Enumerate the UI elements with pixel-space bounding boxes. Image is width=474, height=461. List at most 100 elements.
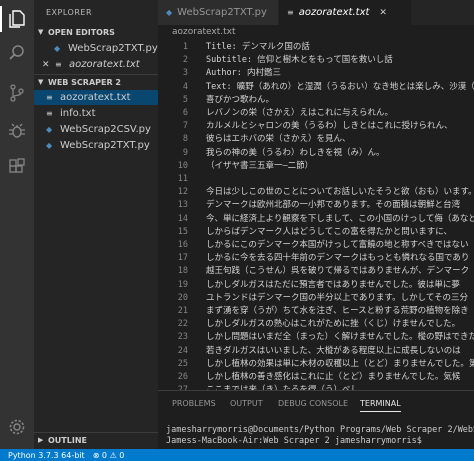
python-file-icon: ◆ xyxy=(46,125,53,134)
source-control-icon[interactable] xyxy=(0,78,34,108)
line-number: 17 xyxy=(177,253,188,264)
file-label: aozoratext.txt xyxy=(60,92,131,103)
line-text: しかるに今を去る四十年前のデンマークはもっとも憐れなる国であり xyxy=(206,253,470,264)
code-line[interactable]: 6 レバノンの栄（さかえ）えはこれに与えられん。 xyxy=(158,107,474,120)
line-text: レバノンの栄（さかえ）えはこれに与えられん。 xyxy=(206,108,394,118)
open-editor-label: aozoratext.txt xyxy=(69,59,140,70)
search-icon[interactable] xyxy=(0,38,34,68)
code-line[interactable]: 4 Text: 曠野（あれの）と湿潤（うるおい）なき地とは楽しみ、沙漠（さばく）は xyxy=(158,81,474,94)
file-label: WebScrap2CSV.py xyxy=(60,124,151,135)
file-label: info.txt xyxy=(60,108,96,119)
code-line[interactable]: 25 しかし植林の効果は単に木材の収穫以上（とど）まりませんでした。第一 xyxy=(158,358,474,371)
code-line[interactable]: 9 我らの神の美（うるわ）わしきを視（み）ん。 xyxy=(158,147,474,160)
tab-webscrap2txt[interactable]: ◆ WebScrap2TXT.py xyxy=(158,0,278,25)
line-text: まず湧を穿（うが）ちて水を注ぎ、ヒースと粉する荒野の植物を除き xyxy=(206,306,469,316)
line-text: しかし植林の善き感化はこれに止（とど）まりませんでした。気候 xyxy=(206,372,461,382)
line-number: 18 xyxy=(177,266,188,277)
line-number: 14 xyxy=(177,213,188,224)
tab-label: WebScrap2TXT.py xyxy=(177,7,267,18)
code-line[interactable]: 10 （イザヤ書三五章一―二節） xyxy=(158,160,474,173)
breadcrumb[interactable]: aozoratext.txt xyxy=(172,27,235,37)
code-line[interactable]: 7 カルメルとシャロンの美（うるわ）しきとはこれに授けられん、 xyxy=(158,120,474,133)
line-text: しかし植林の効果は単に木材の収穫以上（とど）まりませんでした。第一 xyxy=(206,358,474,369)
line-text: ユトランドはデンマーク国の半分以上であります。しかしてその三分 xyxy=(206,292,469,303)
code-line[interactable]: 20 ユトランドはデンマーク国の半分以上であります。しかしてその三分 xyxy=(158,292,474,305)
code-editor[interactable]: 1 Title: デンマルク国の話 2 Subtitle: 信仰と樹木とをもって国を救… xyxy=(158,40,474,390)
line-text: しかるにこのデンマーク本国がけっして富饒の地と称すべきではない xyxy=(206,240,469,250)
line-text: しからばデンマーク人はどうしてこの富を得たかと問いますに、 xyxy=(206,226,452,237)
line-number: 25 xyxy=(177,358,188,369)
line-number: 3 xyxy=(182,68,188,79)
code-line[interactable]: 15 しからばデンマーク人はどうしてこの富を得たかと問いますに、 xyxy=(158,226,474,239)
text-file-icon: ≡ xyxy=(287,8,294,17)
close-icon[interactable]: ✕ xyxy=(379,8,387,18)
tab-aozoratext[interactable]: ≡ aozoratext.txt ✕ xyxy=(279,0,411,25)
file-aozoratext[interactable]: ≡ aozoratext.txt xyxy=(34,90,158,105)
tab-debug-console[interactable]: DEBUG CONSOLE xyxy=(278,399,348,408)
code-line[interactable]: 5 喜びかつ歌わん。 xyxy=(158,94,474,107)
code-line[interactable]: 24 若きダルガスはいいました、大樅がある程度以上に成長しないのは xyxy=(158,345,474,358)
project-folder-header[interactable]: ▼ WEB SCRAPER 2 xyxy=(34,75,158,89)
line-text: Subtitle: 信仰と樹木とをもって国を救いし話 xyxy=(206,55,393,66)
code-line[interactable]: 14 今、単に経済上より観察を下しまして、この小国のけっして侮（あなど） xyxy=(158,213,474,226)
tab-terminal[interactable]: TERMINAL xyxy=(360,399,401,412)
line-text: Text: 曠野（あれの）と湿潤（うるおい）なき地とは楽しみ、沙漠（さばく）は xyxy=(206,81,474,92)
activity-bar xyxy=(0,0,34,449)
line-text: しかしダルガスの熱心はこれがために挫（くじ）けませんでした。 xyxy=(206,319,461,330)
code-line[interactable]: 1 Title: デンマルク国の話 xyxy=(158,41,474,54)
line-text: 我らの神の美（うるわ）わしきを視（み）ん。 xyxy=(206,147,385,158)
chevron-right-icon: ▶ xyxy=(38,436,44,444)
text-file-icon: ≡ xyxy=(46,109,53,118)
line-number: 12 xyxy=(177,187,188,198)
code-line[interactable]: 18 越王句践（こうせん）呉を破りて帰るではありませんが、デンマーク xyxy=(158,265,474,278)
open-editor-label: WebScrap2TXT.py xyxy=(68,43,158,54)
code-line[interactable]: 11 xyxy=(158,173,474,186)
code-line[interactable]: 12 今日は少しこの世のことについてお話しいたそうと欲（おも）います。 xyxy=(158,186,474,199)
settings-gear-icon[interactable] xyxy=(0,412,34,442)
close-icon[interactable]: ✕ xyxy=(42,60,52,70)
code-line[interactable]: 26 しかし植林の善き感化はこれに止（とど）まりませんでした。気候 xyxy=(158,371,474,384)
file-label: WebScrap2TXT.py xyxy=(60,140,150,151)
open-editors-header[interactable]: ▼ OPEN EDITORS xyxy=(34,25,158,39)
code-line[interactable]: 2 Subtitle: 信仰と樹木とをもって国を救いし話 xyxy=(158,54,474,67)
line-text: しかし問題はいまだ全（まった）く解けませんでした。樅の野はできた xyxy=(206,332,474,343)
line-number: 10 xyxy=(177,160,188,171)
code-line[interactable]: 22 しかしダルガスの熱心はこれがために挫（くじ）けませんでした。 xyxy=(158,318,474,331)
status-bar: Python 3.7.3 64-bit ⊗ 0 ⚠ 0 xyxy=(0,449,474,461)
code-line[interactable]: 21 まず湧を穿（うが）ちて水を注ぎ、ヒースと粉する荒野の植物を除き xyxy=(158,305,474,318)
debug-icon[interactable] xyxy=(0,116,34,146)
file-webscrap2csv[interactable]: ◆ WebScrap2CSV.py xyxy=(34,122,158,137)
extensions-icon[interactable] xyxy=(0,152,34,182)
terminal-line: jamesharrymorris@Documents/Python Progra… xyxy=(166,425,474,435)
line-number: 5 xyxy=(182,94,188,105)
code-line[interactable]: 17 しかるに今を去る四十年前のデンマークはもっとも憐れなる国であり xyxy=(158,252,474,265)
line-number: 15 xyxy=(177,226,188,237)
code-line[interactable]: 13 デンマークは欧州北部の一小邦であります。その面積は朝鮮と台湾 xyxy=(158,199,474,212)
line-number: 22 xyxy=(177,319,188,330)
line-text: 喜びかつ歌わん。 xyxy=(206,94,275,105)
line-text: 今、単に経済上より観察を下しまして、この小国のけっして侮（あなど） xyxy=(206,213,474,224)
tab-problems[interactable]: PROBLEMS xyxy=(172,399,216,408)
tab-output[interactable]: OUTPUT xyxy=(230,399,263,408)
line-number: 7 xyxy=(182,121,188,132)
python-interpreter[interactable]: Python 3.7.3 64-bit xyxy=(8,451,85,460)
line-text: 今日は少しこの世のことについてお話しいたそうと欲（おも）います。 xyxy=(206,187,474,198)
file-webscrap2txt[interactable]: ◆ WebScrap2TXT.py xyxy=(34,138,158,153)
open-editor-webscrap2txt[interactable]: ◆ WebScrap2TXT.py xyxy=(34,41,158,56)
outline-header[interactable]: ▶ OUTLINE xyxy=(34,433,158,447)
file-info[interactable]: ≡ info.txt xyxy=(34,106,158,121)
open-editor-aozoratext[interactable]: ✕ ≡ aozoratext.txt xyxy=(34,57,158,72)
text-file-icon: ≡ xyxy=(55,60,62,69)
code-line[interactable]: 16 しかるにこのデンマーク本国がけっして富饒の地と称すべきではない xyxy=(158,239,474,252)
problems-count[interactable]: ⊗ 0 ⚠ 0 xyxy=(93,451,125,460)
code-line[interactable]: 3 Author: 内村鑑三 xyxy=(158,67,474,80)
code-line[interactable]: 8 彼らはエホバの栄（さかえ）を見ん、 xyxy=(158,133,474,146)
code-line[interactable]: 23 しかし問題はいまだ全（まった）く解けませんでした。樅の野はできた xyxy=(158,331,474,344)
line-text: 若きダルガスはいいました、大樅がある程度以上に成長しないのは xyxy=(206,345,461,356)
line-number: 2 xyxy=(182,55,188,66)
editor-tab-bar: ◆ WebScrap2TXT.py ≡ aozoratext.txt ✕ xyxy=(158,0,474,25)
terminal-prompt[interactable]: Jamess-MacBook-Air:Web Scraper 2 jamesha… xyxy=(166,436,427,446)
files-icon[interactable] xyxy=(0,4,34,34)
line-number: 13 xyxy=(177,200,188,211)
code-line[interactable]: 19 しかしダルガスはただに預言者ではありませんでした。彼は単に夢 xyxy=(158,279,474,292)
